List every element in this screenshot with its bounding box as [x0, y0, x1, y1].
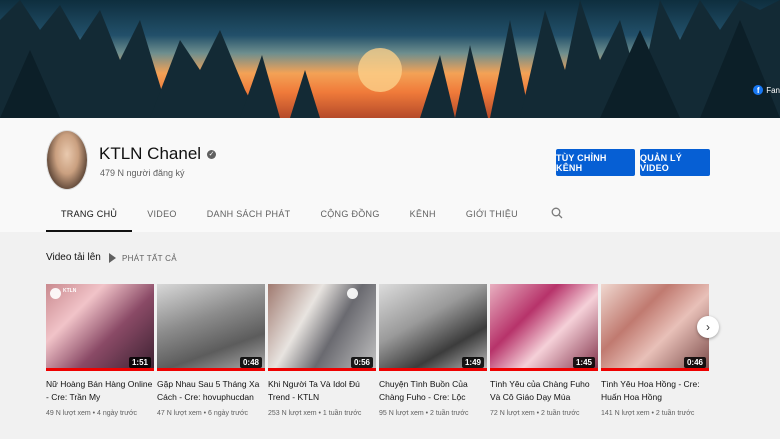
play-icon — [109, 253, 116, 263]
uploads-section-title[interactable]: Video tải lên — [46, 252, 101, 263]
verified-check-icon: ✓ — [207, 149, 217, 159]
tab-channels[interactable]: KÊNH — [395, 200, 451, 232]
video-meta: 72 N lượt xem • 2 tuần trước — [490, 410, 580, 417]
video-duration: 0:46 — [683, 357, 706, 368]
video-meta: 253 N lượt xem • 1 tuần trước — [268, 410, 362, 417]
video-duration: 1:45 — [572, 357, 595, 368]
tab-about[interactable]: GIỚI THIỆU — [451, 200, 533, 232]
video-card[interactable]: 0:48 Gặp Nhau Sau 5 Tháng Xa Cách - Cre:… — [157, 284, 265, 417]
video-meta: 141 N lượt xem • 2 tuần trước — [601, 410, 695, 417]
channel-avatar[interactable] — [46, 130, 88, 190]
video-title[interactable]: Khi Người Ta Và Idol Đú Trend - KTLN — [268, 378, 376, 404]
video-duration: 1:49 — [461, 357, 484, 368]
video-title[interactable]: Gặp Nhau Sau 5 Tháng Xa Cách - Cre: hovu… — [157, 378, 265, 404]
video-card[interactable]: 0:46 Tình Yêu Hoa Hồng - Cre: Huấn Hoa H… — [601, 284, 709, 417]
customize-channel-button[interactable]: TÙY CHỈNH KÊNH — [556, 149, 635, 176]
tab-playlists[interactable]: DANH SÁCH PHÁT — [192, 200, 306, 232]
watch-progress-bar — [268, 368, 376, 371]
video-thumbnail[interactable]: 0:56 — [268, 284, 376, 371]
facebook-icon: f — [753, 85, 764, 95]
play-all-button[interactable]: PHÁT TẤT CẢ — [109, 253, 177, 263]
watch-progress-bar — [379, 368, 487, 371]
channel-banner: f Fan — [0, 0, 780, 118]
video-meta: 95 N lượt xem • 2 tuần trước — [379, 410, 469, 417]
video-duration: 1:51 — [128, 357, 151, 368]
channel-watermark — [347, 288, 358, 299]
channel-watermark — [50, 288, 61, 299]
watch-progress-bar — [601, 368, 709, 371]
forest-sunset-art — [0, 0, 780, 118]
video-card[interactable]: 1:49 Chuyện Tình Buồn Của Chàng Fuho - C… — [379, 284, 487, 417]
video-meta: 49 N lượt xem • 4 ngày trước — [46, 410, 138, 417]
video-shelf: KTLN 1:51 Nữ Hoàng Bán Hàng Online - Cre… — [46, 284, 709, 417]
video-meta: 47 N lượt xem • 6 ngày trước — [157, 410, 249, 417]
video-title[interactable]: Chuyện Tình Buồn Của Chàng Fuho - Cre: L… — [379, 378, 487, 404]
video-thumbnail[interactable]: 0:48 — [157, 284, 265, 371]
video-duration: 0:56 — [350, 357, 373, 368]
video-title[interactable]: Tình Yêu của Chàng Fuho Và Cô Giáo Dạy M… — [490, 378, 598, 404]
video-duration: 0:48 — [239, 357, 262, 368]
video-thumbnail[interactable]: 1:49 — [379, 284, 487, 371]
video-thumbnail[interactable]: 0:46 — [601, 284, 709, 371]
video-card[interactable]: 0:56 Khi Người Ta Và Idol Đú Trend - KTL… — [268, 284, 376, 417]
watch-progress-bar — [46, 368, 154, 371]
video-title[interactable]: Tình Yêu Hoa Hồng - Cre: Huấn Hoa Hồng — [601, 378, 709, 404]
video-thumbnail[interactable]: KTLN 1:51 — [46, 284, 154, 371]
subscriber-count: 479 N người đăng ký — [100, 168, 185, 178]
tab-home[interactable]: TRANG CHỦ — [46, 200, 133, 232]
tab-videos[interactable]: VIDEO — [132, 200, 192, 232]
video-title[interactable]: Nữ Hoàng Bán Hàng Online - Cre: Trần My — [46, 378, 154, 404]
facebook-link[interactable]: f Fan — [753, 85, 780, 95]
tab-community[interactable]: CỘNG ĐỒNG — [305, 200, 394, 232]
video-card[interactable]: 1:45 Tình Yêu của Chàng Fuho Và Cô Giáo … — [490, 284, 598, 417]
channel-tabs: TRANG CHỦ VIDEO DANH SÁCH PHÁT CỘNG ĐỒNG… — [46, 200, 575, 232]
manage-videos-button[interactable]: QUẢN LÝ VIDEO — [640, 149, 710, 176]
search-icon[interactable] — [533, 200, 575, 232]
video-card[interactable]: KTLN 1:51 Nữ Hoàng Bán Hàng Online - Cre… — [46, 284, 154, 417]
watch-progress-bar — [490, 368, 598, 371]
video-thumbnail[interactable]: 1:45 — [490, 284, 598, 371]
channel-header: KTLN Chanel ✓ 479 N người đăng ký TÙY CH… — [0, 118, 780, 232]
watch-progress-bar — [157, 368, 265, 371]
chevron-right-icon[interactable]: › — [697, 316, 719, 338]
channel-title: KTLN Chanel ✓ — [99, 144, 217, 163]
